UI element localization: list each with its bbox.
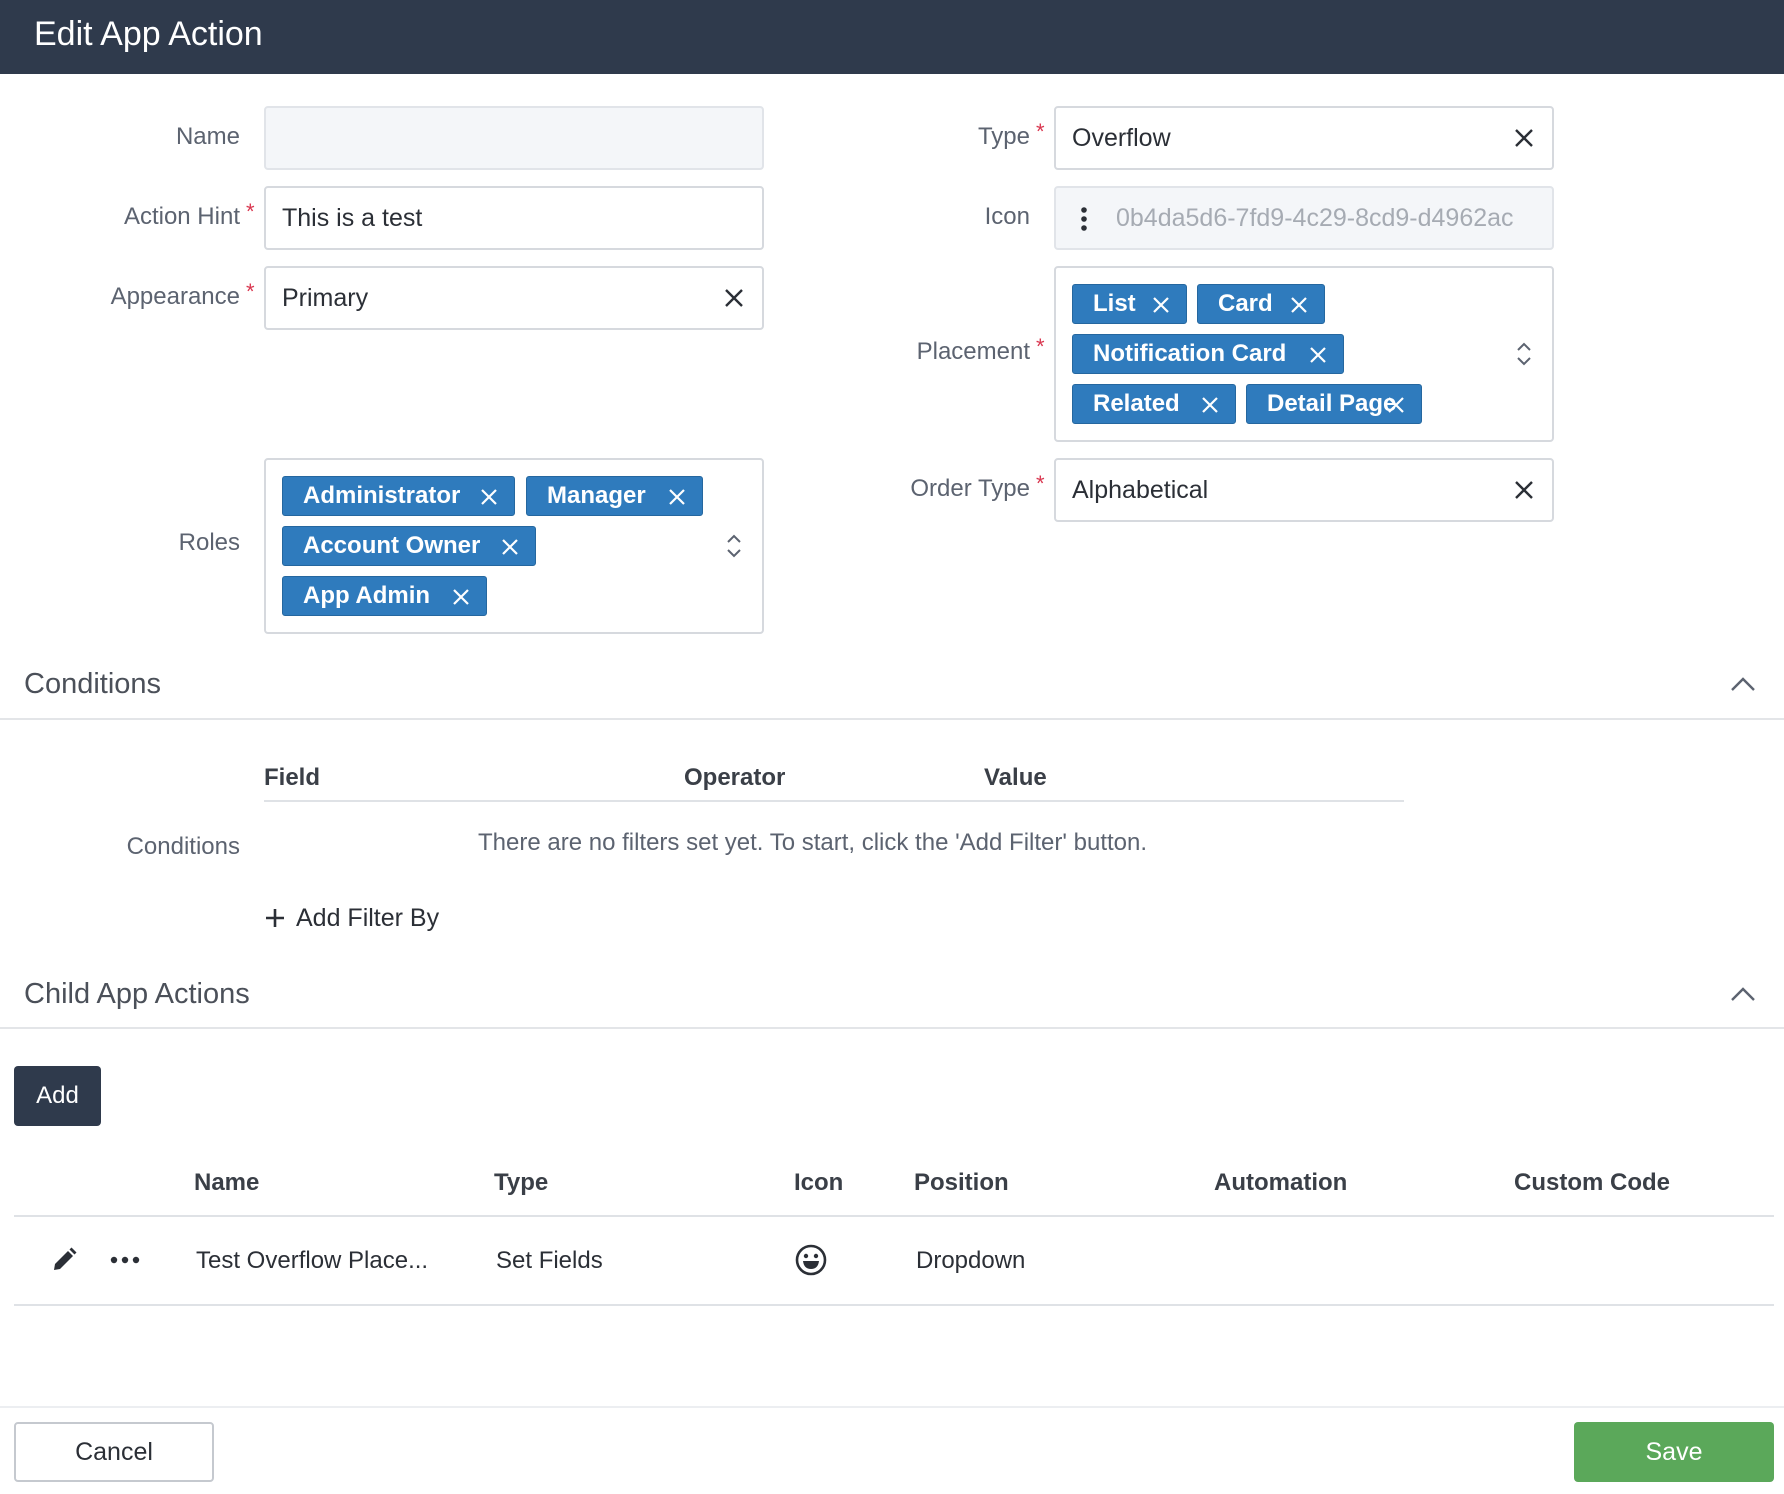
icon-label: Icon: [984, 203, 1030, 230]
remove-chip-icon[interactable]: [452, 588, 470, 606]
appearance-label: Appearance: [110, 283, 240, 310]
role-chip-app-admin[interactable]: App Admin: [282, 576, 487, 616]
child-table-header-divider: [14, 1215, 1774, 1217]
icon-value: 0b4da5d6-7fd9-4c29-8cd9-d4962ac: [1116, 204, 1514, 232]
placement-chip-notification-card[interactable]: Notification Card: [1072, 334, 1344, 374]
type-value: Overflow: [1072, 124, 1171, 152]
child-column-type: Type: [494, 1169, 549, 1196]
grinning-face-icon: [795, 1244, 827, 1276]
child-column-icon: Icon: [794, 1169, 844, 1196]
more-options-icon[interactable]: [110, 1256, 140, 1264]
add-filter-label: Add Filter By: [296, 904, 440, 932]
child-column-automation: Automation: [1214, 1169, 1348, 1196]
section-divider: [0, 1027, 1784, 1029]
remove-chip-icon[interactable]: [501, 538, 519, 556]
placement-chip-related[interactable]: Related: [1072, 384, 1236, 424]
order-type-label: Order Type: [910, 475, 1030, 502]
select-arrows-icon[interactable]: [1514, 340, 1534, 368]
pencil-icon[interactable]: [50, 1246, 78, 1274]
child-row-type: Set Fields: [496, 1247, 603, 1274]
action-hint-label: Action Hint: [123, 203, 240, 230]
placement-chip-list[interactable]: List: [1072, 284, 1187, 324]
type-select[interactable]: Overflow: [1054, 106, 1554, 170]
name-input[interactable]: [264, 106, 764, 170]
conditions-section-title: Conditions: [24, 668, 162, 700]
clear-order-type-icon[interactable]: [1512, 478, 1536, 502]
conditions-column-value: Value: [984, 764, 1047, 791]
child-column-position: Position: [914, 1169, 1009, 1196]
kebab-icon[interactable]: [1080, 206, 1088, 232]
action-hint-input[interactable]: This is a test: [264, 186, 764, 250]
clear-type-icon[interactable]: [1512, 126, 1536, 150]
dialog-title: Edit App Action: [34, 15, 263, 53]
clear-appearance-icon[interactable]: [722, 286, 746, 310]
placement-chip-card[interactable]: Card: [1197, 284, 1325, 324]
action-hint-required-mark: *: [246, 199, 255, 224]
role-chip-administrator[interactable]: Administrator: [282, 476, 515, 516]
child-row-position: Dropdown: [916, 1247, 1026, 1274]
remove-chip-icon[interactable]: [1290, 296, 1308, 314]
type-label: Type: [977, 123, 1030, 150]
order-type-required-mark: *: [1036, 471, 1045, 496]
action-hint-value: This is a test: [282, 204, 423, 232]
child-table-row-divider: [14, 1304, 1774, 1306]
appearance-select[interactable]: Primary: [264, 266, 764, 330]
type-required-mark: *: [1036, 119, 1045, 144]
placement-multiselect[interactable]: List Card Notification Card Related Deta…: [1054, 266, 1554, 442]
conditions-column-field: Field: [264, 764, 321, 791]
save-button[interactable]: Save: [1574, 1422, 1774, 1482]
appearance-value: Primary: [282, 284, 369, 312]
remove-chip-icon[interactable]: [1152, 296, 1170, 314]
remove-chip-icon[interactable]: [1309, 346, 1327, 364]
conditions-column-operator: Operator: [684, 764, 786, 791]
appearance-required-mark: *: [246, 279, 255, 304]
roles-multiselect[interactable]: Administrator Manager Account Owner App …: [264, 458, 764, 634]
remove-chip-icon[interactable]: [668, 488, 686, 506]
placement-required-mark: *: [1036, 334, 1045, 359]
child-column-custom-code: Custom Code: [1514, 1169, 1670, 1196]
section-divider: [0, 718, 1784, 720]
placement-chip-detail-page[interactable]: Detail Page: [1246, 384, 1422, 424]
icon-field[interactable]: 0b4da5d6-7fd9-4c29-8cd9-d4962ac: [1054, 186, 1554, 250]
name-label: Name: [175, 123, 240, 150]
remove-chip-icon[interactable]: [1201, 396, 1219, 414]
role-chip-manager[interactable]: Manager: [526, 476, 703, 516]
cancel-button[interactable]: Cancel: [14, 1422, 214, 1482]
remove-chip-icon[interactable]: [480, 488, 498, 506]
conditions-empty-message: There are no filters set yet. To start, …: [478, 829, 1148, 856]
footer-divider: [0, 1406, 1784, 1408]
chevron-up-icon[interactable]: [1730, 676, 1756, 692]
child-column-name: Name: [194, 1169, 260, 1196]
add-child-action-button[interactable]: Add: [14, 1066, 101, 1126]
child-row-name: Test Overflow Place...: [196, 1247, 429, 1274]
dialog-header: Edit App Action: [0, 0, 1784, 74]
remove-chip-icon[interactable]: [1387, 396, 1405, 414]
conditions-row-label: Conditions: [126, 833, 240, 860]
chevron-up-icon[interactable]: [1730, 986, 1756, 1002]
order-type-value: Alphabetical: [1072, 476, 1209, 504]
table-row: Test Overflow Place... Set Fields Dropdo…: [14, 1218, 1774, 1304]
select-arrows-icon[interactable]: [724, 532, 744, 560]
plus-icon: [266, 909, 284, 927]
order-type-select[interactable]: Alphabetical: [1054, 458, 1554, 522]
roles-label: Roles: [178, 529, 240, 556]
conditions-header-divider: [264, 800, 1404, 802]
child-actions-section-title: Child App Actions: [24, 978, 250, 1010]
placement-label: Placement: [916, 338, 1030, 365]
role-chip-account-owner[interactable]: Account Owner: [282, 526, 536, 566]
